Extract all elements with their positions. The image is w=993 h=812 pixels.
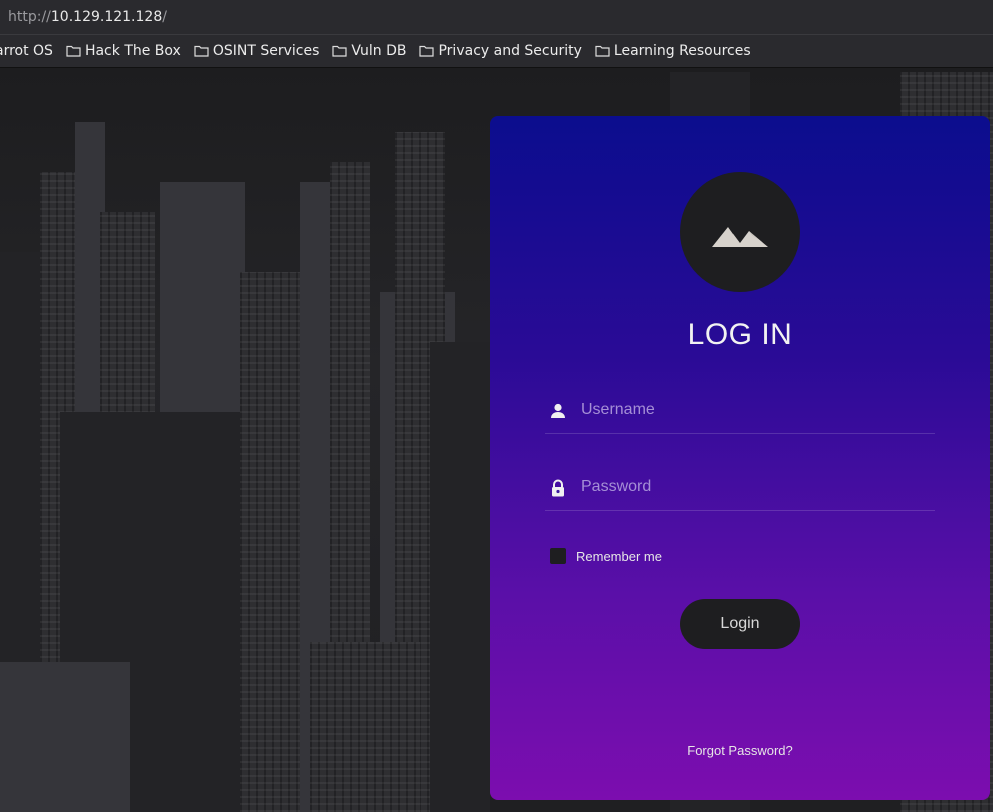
folder-icon [66,45,81,57]
bookmark-vuln-db[interactable]: Vuln DB [332,43,406,59]
login-button[interactable]: Login [680,599,800,649]
bookmark-label: arrot OS [0,43,53,59]
bookmark-label: OSINT Services [212,43,320,59]
logo-avatar [680,172,800,292]
folder-icon [332,45,347,57]
bookmark-learning-resources[interactable]: Learning Resources [595,43,751,59]
url-path: / [162,9,167,25]
mountain-icon [712,227,768,247]
url-bar[interactable]: http://10.129.121.128/ [0,0,993,35]
url-scheme: http:// [8,9,51,25]
forgot-password-link[interactable]: Forgot Password? [490,743,990,758]
url-text[interactable]: http://10.129.121.128/ [8,9,167,25]
login-title: LOG IN [687,318,793,351]
folder-icon [419,45,435,57]
building [0,662,130,812]
remember-me[interactable]: Remember me [550,548,662,564]
password-input[interactable] [581,467,931,507]
remember-checkbox[interactable] [550,548,566,564]
bookmark-privacy-and-security[interactable]: Privacy and Security [419,43,582,59]
login-card: LOG IN Remember me Login Forgot Password… [490,116,990,800]
bookmark-label: Vuln DB [351,43,407,59]
url-host: 10.129.121.128 [50,9,163,25]
folder-icon [595,45,610,57]
building [430,342,490,812]
lock-icon [552,479,564,497]
folder-icon [194,45,209,57]
bookmarks-bar: arrot OS Hack The Box OSINT Services Vul… [0,35,993,68]
bookmark-parrot-os[interactable]: arrot OS [0,43,53,59]
bookmark-hack-the-box[interactable]: Hack The Box [66,43,181,59]
username-input[interactable] [581,390,931,430]
bookmark-label: Hack The Box [84,43,181,59]
bookmark-osint-services[interactable]: OSINT Services [194,43,320,59]
bookmark-label: Privacy and Security [438,43,582,59]
bookmark-label: Learning Resources [613,43,751,59]
password-field [545,467,935,511]
user-icon [551,403,565,418]
username-field [545,390,935,434]
building [310,642,420,812]
remember-label: Remember me [576,548,662,564]
